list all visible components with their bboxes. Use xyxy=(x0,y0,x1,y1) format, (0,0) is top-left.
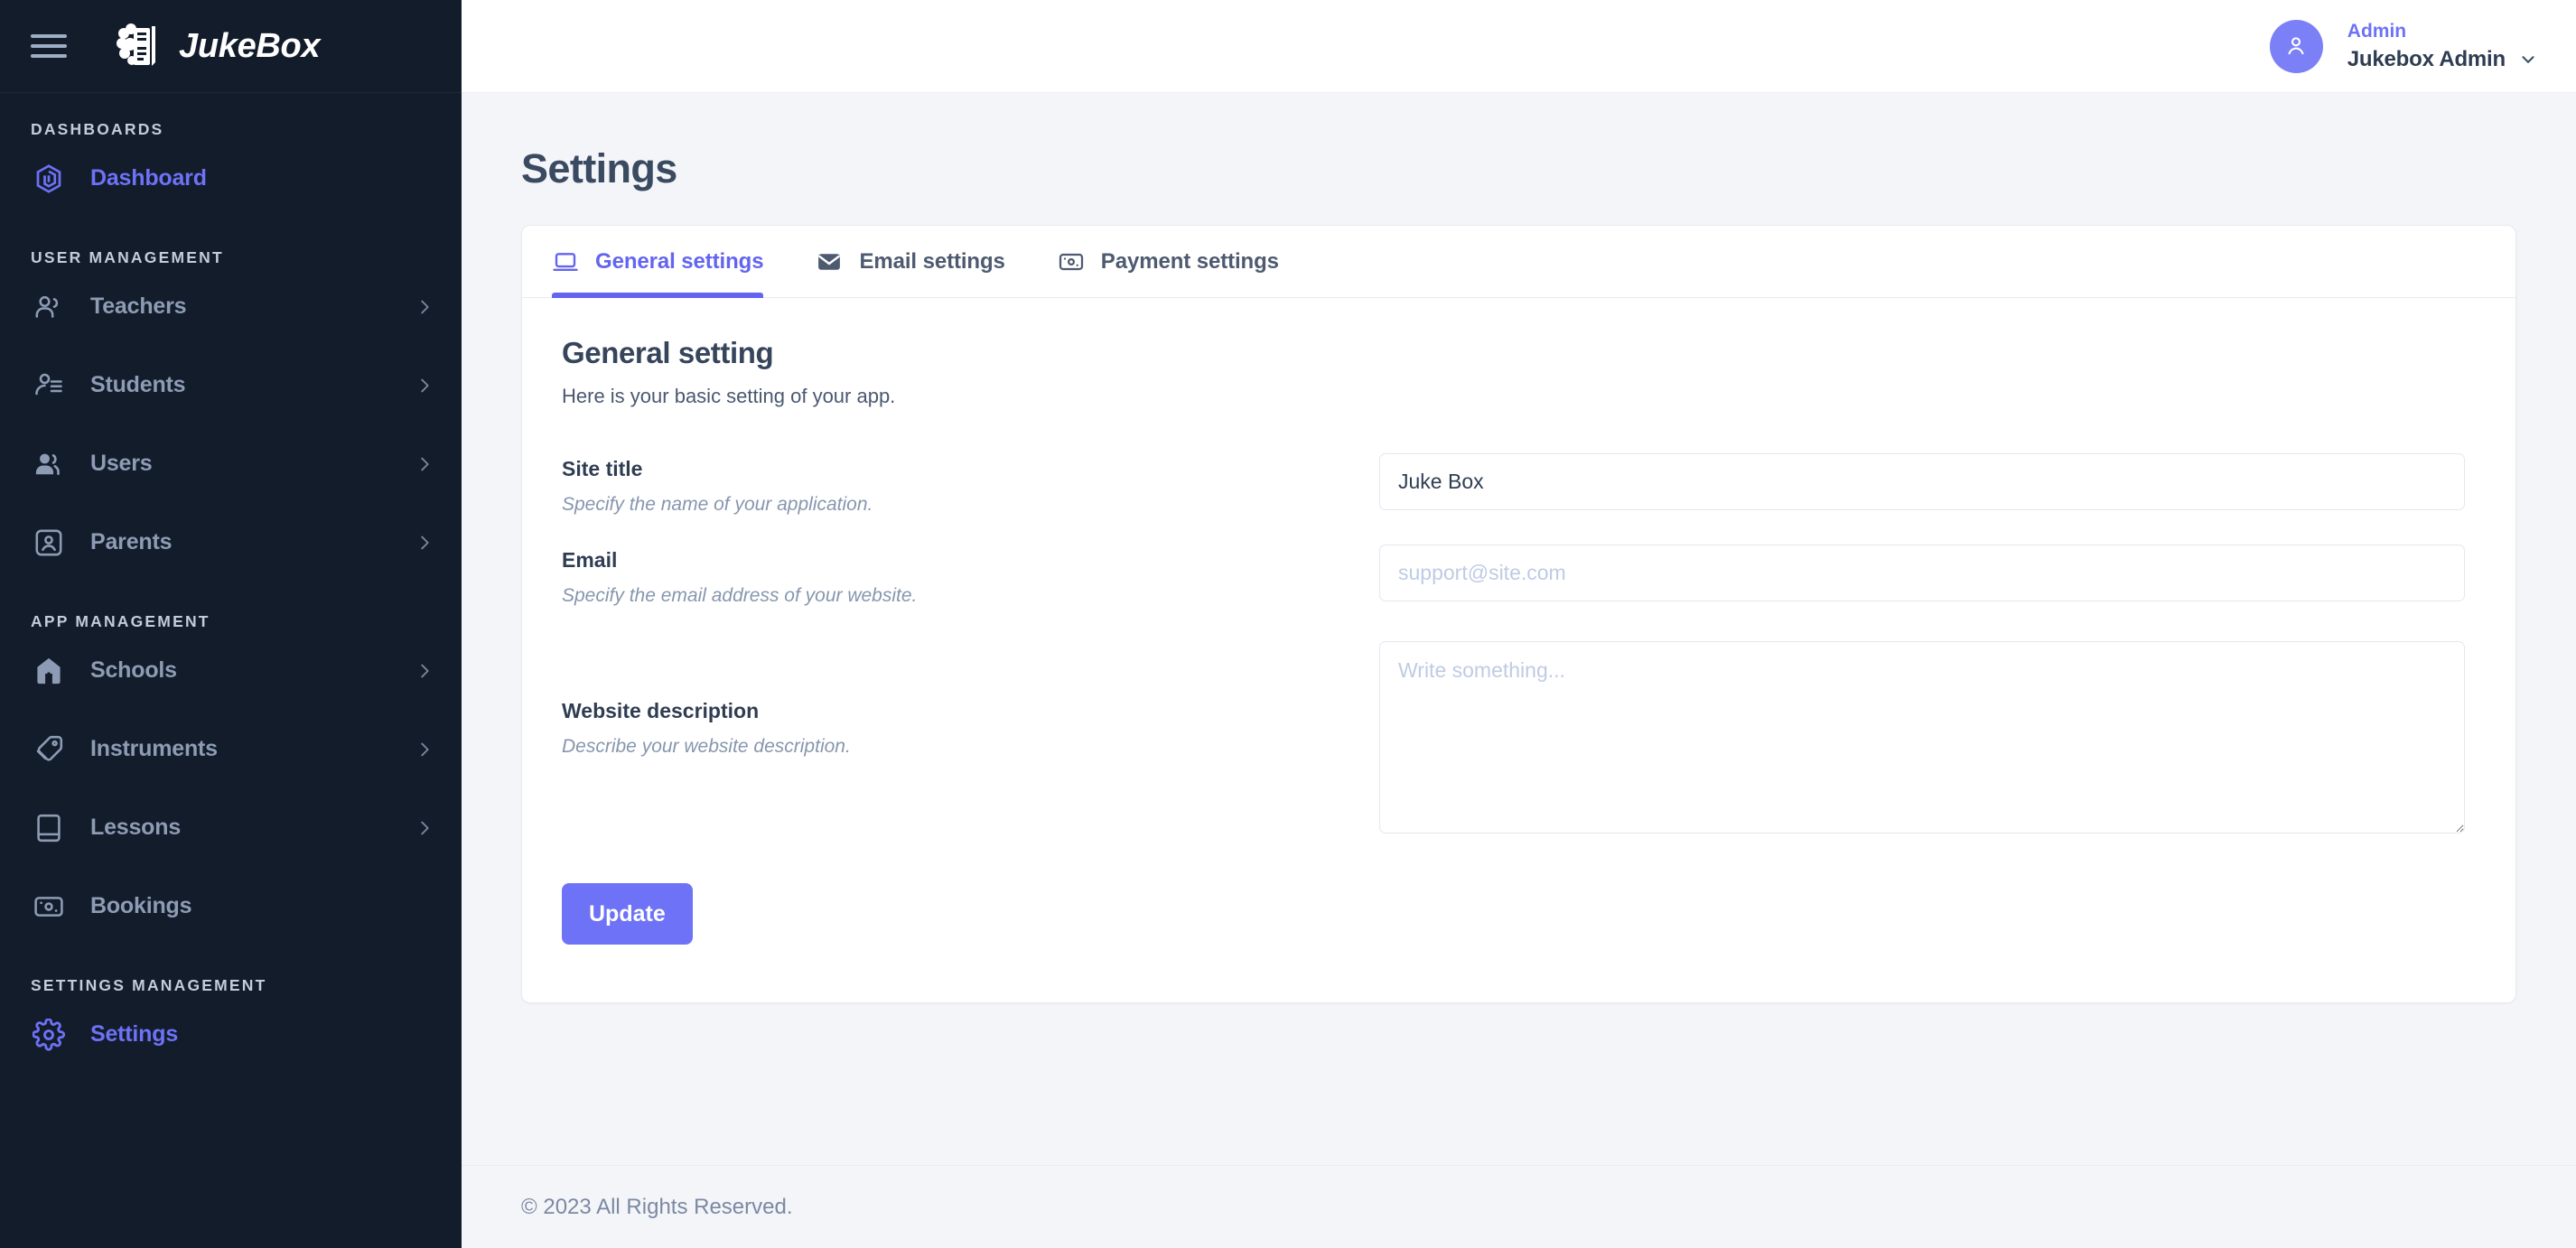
chevron-right-icon xyxy=(415,297,434,317)
sidebar-item-bookings[interactable]: Bookings xyxy=(0,867,462,945)
users-filled-icon xyxy=(31,446,67,482)
tab-label: Email settings xyxy=(859,248,1005,274)
banknote-icon xyxy=(31,889,67,925)
hexagon-logo-icon xyxy=(31,161,67,197)
nav-section-title-dashboards: DASHBOARDS xyxy=(31,120,164,138)
tab-email-settings[interactable]: Email settings xyxy=(816,226,1005,297)
envelope-icon xyxy=(816,248,843,275)
field-meta: Email Specify the email address of your … xyxy=(562,545,1379,607)
tab-payment-settings[interactable]: Payment settings xyxy=(1058,226,1279,297)
footer: © 2023 All Rights Reserved. xyxy=(462,1165,2576,1248)
section-subheading: Here is your basic setting of your app. xyxy=(562,385,896,407)
main-area: Admin Jukebox Admin Settings General set… xyxy=(462,0,2576,1248)
sidebar-brand: JukeBox xyxy=(0,0,462,93)
app-root: JukeBox DASHBOARDS Dashboard USER MANAGE… xyxy=(0,0,2576,1248)
sidebar-item-label: Instruments xyxy=(90,736,218,761)
sidebar-item-instruments[interactable]: Instruments xyxy=(0,710,462,788)
field-help: Specify the email address of your websit… xyxy=(562,585,918,606)
page-title: Settings xyxy=(521,145,677,191)
nav-group-settings-management: SETTINGS MANAGEMENT Settings xyxy=(0,945,462,1074)
field-help: Specify the name of your application. xyxy=(562,494,873,515)
update-button[interactable]: Update xyxy=(562,883,693,945)
nav-section-title-app-management: APP MANAGEMENT xyxy=(31,612,210,630)
settings-card-body: General setting Here is your basic setti… xyxy=(522,298,2515,1002)
user-role: Admin xyxy=(2347,21,2407,42)
tab-label: Payment settings xyxy=(1100,248,1279,274)
sidebar-item-settings[interactable]: Settings xyxy=(0,995,462,1074)
sidebar-item-label: Dashboard xyxy=(90,165,207,191)
sidebar-item-lessons[interactable]: Lessons xyxy=(0,788,462,867)
nav-group-app-management: APP MANAGEMENT Schools Instruments Lesso… xyxy=(0,582,462,945)
tab-label: General settings xyxy=(595,248,764,274)
book-icon xyxy=(31,810,67,846)
sidebar-item-dashboard[interactable]: Dashboard xyxy=(0,139,462,218)
brand-title: JukeBox xyxy=(179,26,321,65)
sidebar-item-label: Settings xyxy=(90,1021,179,1047)
banknote-icon xyxy=(1058,248,1085,275)
chevron-right-icon xyxy=(415,740,434,759)
sidebar-item-users[interactable]: Users xyxy=(0,424,462,503)
nav-group-dashboards: DASHBOARDS Dashboard xyxy=(0,93,462,218)
nav-section-title-settings-management: SETTINGS MANAGEMENT xyxy=(31,976,267,994)
tab-general-settings[interactable]: General settings xyxy=(552,226,764,298)
field-label: Site title xyxy=(562,457,643,480)
sidebar-nav: DASHBOARDS Dashboard USER MANAGEMENT Tea… xyxy=(0,93,462,1248)
topbar: Admin Jukebox Admin xyxy=(462,0,2576,93)
settings-card: General settings Email settings Payment … xyxy=(521,225,2516,1003)
chevron-right-icon xyxy=(415,533,434,553)
home-icon xyxy=(31,653,67,689)
sidebar-item-label: Lessons xyxy=(90,815,182,840)
nav-section-title-user-management: USER MANAGEMENT xyxy=(31,248,224,266)
laptop-icon xyxy=(552,248,579,275)
chevron-down-icon[interactable] xyxy=(2518,50,2538,70)
avatar xyxy=(2269,19,2323,73)
form-row-website-description: Website description Describe your websit… xyxy=(562,641,2465,838)
sidebar-item-parents[interactable]: Parents xyxy=(0,503,462,582)
sidebar-item-label: Parents xyxy=(90,529,173,554)
section-heading: General setting xyxy=(562,336,774,369)
user-list-icon xyxy=(31,368,67,404)
nav-group-user-management: USER MANAGEMENT Teachers Students Users … xyxy=(0,218,462,582)
user-menu[interactable]: Admin Jukebox Admin xyxy=(2269,19,2538,73)
field-label: Email xyxy=(562,548,618,572)
chevron-right-icon xyxy=(415,818,434,838)
user-name-row: Jukebox Admin xyxy=(2347,47,2538,72)
chevron-right-icon xyxy=(415,376,434,396)
user-name: Jukebox Admin xyxy=(2347,46,2506,71)
sidebar-item-label: Teachers xyxy=(90,293,187,319)
settings-tabs: General settings Email settings Payment … xyxy=(522,226,2515,298)
site-title-input[interactable] xyxy=(1379,453,2465,510)
chevron-right-icon xyxy=(415,454,434,474)
form-row-site-title: Site title Specify the name of your appl… xyxy=(562,453,2465,516)
sidebar-item-students[interactable]: Students xyxy=(0,346,462,424)
copyright-text: © 2023 All Rights Reserved. xyxy=(521,1194,793,1219)
sidebar: JukeBox DASHBOARDS Dashboard USER MANAGE… xyxy=(0,0,462,1248)
field-control xyxy=(1379,453,2465,510)
field-meta: Site title Specify the name of your appl… xyxy=(562,453,1379,516)
sidebar-item-label: Bookings xyxy=(90,893,192,918)
user-square-icon xyxy=(31,525,67,561)
email-input[interactable] xyxy=(1379,545,2465,601)
field-help: Describe your website description. xyxy=(562,736,851,757)
field-control xyxy=(1379,641,2465,838)
user-meta: Admin Jukebox Admin xyxy=(2347,20,2538,71)
sidebar-item-label: Schools xyxy=(90,657,177,683)
sidebar-item-teachers[interactable]: Teachers xyxy=(0,267,462,346)
field-meta: Website description Describe your websit… xyxy=(562,641,1379,758)
field-label: Website description xyxy=(562,699,760,722)
sidebar-item-label: Users xyxy=(90,451,153,476)
users-group-icon xyxy=(31,289,67,325)
sidebar-item-label: Students xyxy=(90,372,186,397)
sidebar-item-schools[interactable]: Schools xyxy=(0,631,462,710)
field-control xyxy=(1379,545,2465,601)
hamburger-menu-icon[interactable] xyxy=(29,31,69,61)
tag-icon xyxy=(31,731,67,768)
website-description-textarea[interactable] xyxy=(1379,641,2465,834)
gear-icon xyxy=(31,1017,67,1053)
brain-document-icon xyxy=(117,23,155,66)
form-row-email: Email Specify the email address of your … xyxy=(562,545,2465,607)
content-area: Settings General settings Email settings… xyxy=(462,93,2576,1165)
chevron-right-icon xyxy=(415,661,434,681)
